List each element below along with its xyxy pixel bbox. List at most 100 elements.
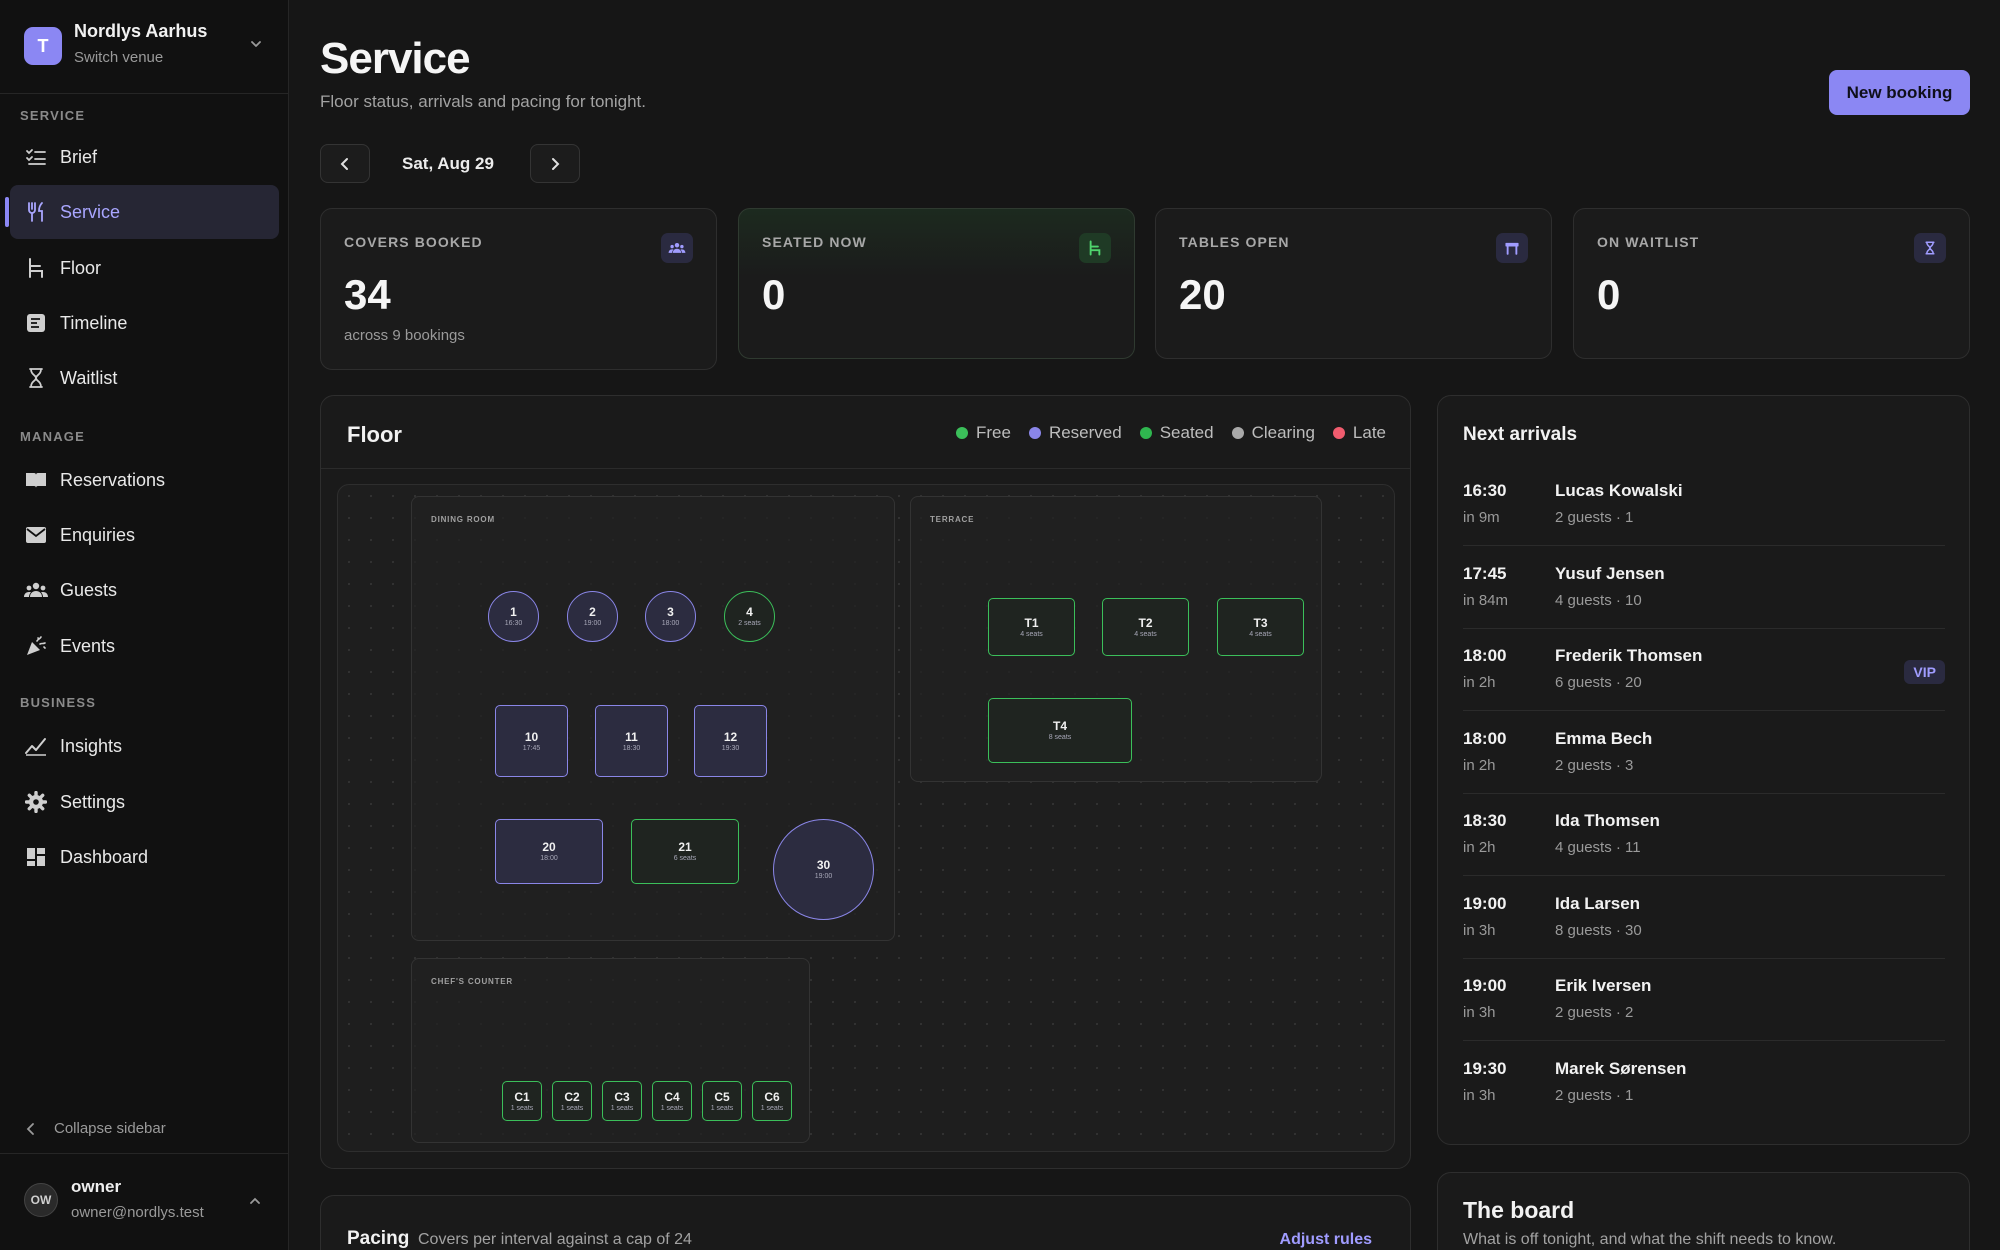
seat-c1[interactable]: C1 1 seats bbox=[502, 1081, 542, 1121]
stat-subtext: across 9 bookings bbox=[344, 327, 465, 344]
current-date: Sat, Aug 29 bbox=[402, 154, 494, 173]
table-4[interactable]: 42 seats bbox=[724, 591, 775, 642]
zone-label: CHEF'S COUNTER bbox=[431, 977, 513, 986]
zone-label: DINING ROOM bbox=[431, 515, 495, 524]
table-number: C5 bbox=[714, 1089, 730, 1104]
seat-c3[interactable]: C3 1 seats bbox=[602, 1081, 642, 1121]
next-arrivals-panel: Next arrivals 16:30 in 9m Lucas Kowalski 2 … bbox=[1437, 395, 1970, 1145]
sidebar-item-settings[interactable]: Settings bbox=[10, 775, 279, 829]
vip-badge: VIP bbox=[1904, 660, 1945, 684]
table-12[interactable]: 12 19:30 bbox=[694, 705, 767, 777]
sidebar-item-service[interactable]: Service bbox=[5, 185, 279, 239]
sidebar-item-floor[interactable]: Floor bbox=[10, 241, 279, 295]
arrival-item[interactable]: 18:30 in 2h Ida Thomsen 4 guests · 11 bbox=[1463, 793, 1945, 876]
sidebar-item-waitlist[interactable]: Waitlist bbox=[10, 351, 279, 405]
users-icon bbox=[24, 578, 48, 602]
arrival-item[interactable]: 16:30 in 9m Lucas Kowalski 2 guests · 1 bbox=[1463, 463, 1945, 546]
table-number: 20 bbox=[542, 840, 556, 854]
arrival-item[interactable]: 19:00 in 3h Ida Larsen 8 guests · 30 bbox=[1463, 876, 1945, 959]
table-2[interactable]: 2 19:00 bbox=[567, 591, 618, 642]
chair-icon bbox=[24, 256, 48, 280]
dashboard-icon bbox=[24, 845, 48, 869]
table-t3[interactable]: T3 4 seats bbox=[1217, 598, 1304, 656]
guest-name: Emma Bech bbox=[1555, 728, 1653, 748]
table-1[interactable]: 1 16:30 bbox=[488, 591, 539, 642]
arrival-time: 17:45 bbox=[1463, 563, 1507, 583]
arrival-item[interactable]: 18:00 in 2h Frederik Thomsen 6 guests · 20 V… bbox=[1463, 628, 1945, 711]
arrival-relative-time: in 2h bbox=[1463, 839, 1496, 856]
arrival-item[interactable]: 19:00 in 3h Erik Iversen 2 guests · 2 bbox=[1463, 958, 1945, 1041]
sidebar-item-label: Service bbox=[60, 201, 121, 222]
chevron-up-icon bbox=[250, 1197, 260, 1204]
page-title: Service bbox=[320, 34, 471, 83]
nav-section-service: SERVICE bbox=[20, 108, 86, 123]
stat-card-tables-open: TABLES OPEN 20 bbox=[1155, 208, 1552, 359]
sidebar-item-label: Timeline bbox=[60, 312, 128, 333]
sidebar-item-dashboard[interactable]: Dashboard bbox=[10, 830, 279, 884]
table-30[interactable]: 30 19:00 bbox=[773, 819, 874, 920]
arrival-relative-time: in 84m bbox=[1463, 591, 1509, 609]
table-11[interactable]: 11 18:30 bbox=[595, 705, 668, 777]
arrival-relative-time: in 3h bbox=[1463, 1086, 1496, 1104]
adjust-rules-link[interactable]: Adjust rules bbox=[1280, 1231, 1372, 1249]
legend-free: Free bbox=[955, 423, 1011, 443]
seat-c6[interactable]: C6 1 seats bbox=[752, 1081, 792, 1121]
seat-c2[interactable]: C2 1 seats bbox=[552, 1081, 592, 1121]
venue-switcher[interactable]: T Nordlys Aarhus Switch venue bbox=[0, 0, 289, 94]
pacing-subtitle: Covers per interval against a cap of 24 bbox=[418, 1231, 692, 1248]
legend-dot bbox=[1332, 427, 1345, 439]
sidebar: T Nordlys Aarhus Switch venue SERVICE Br… bbox=[0, 0, 289, 1250]
table-number: 3 bbox=[667, 605, 674, 619]
legend-label: Free bbox=[975, 423, 1011, 442]
user-menu[interactable]: OW owner owner@nordlys.test bbox=[0, 1153, 289, 1250]
sidebar-item-label: Floor bbox=[60, 257, 102, 278]
sidebar-item-timeline[interactable]: Timeline bbox=[10, 296, 279, 350]
arrival-relative-time: in 3h bbox=[1463, 1004, 1496, 1021]
previous-day-button[interactable] bbox=[320, 144, 370, 183]
sidebar-item-reservations[interactable]: Reservations bbox=[10, 453, 279, 507]
user-name: owner bbox=[71, 1177, 122, 1196]
sidebar-item-brief[interactable]: Brief bbox=[10, 130, 279, 184]
new-booking-button[interactable]: New booking bbox=[1829, 70, 1970, 115]
book-icon bbox=[24, 468, 48, 492]
guest-name: Ida Thomsen bbox=[1555, 811, 1660, 830]
table-number: C3 bbox=[614, 1089, 630, 1104]
arrivals-title: Next arrivals bbox=[1463, 424, 1578, 445]
pacing-panel: Pacing Covers per interval against a cap… bbox=[320, 1195, 1411, 1250]
utensils-icon bbox=[24, 200, 48, 224]
table-21[interactable]: 21 6 seats bbox=[631, 819, 739, 884]
table-t2[interactable]: T2 4 seats bbox=[1102, 598, 1189, 656]
sidebar-item-guests[interactable]: Guests bbox=[10, 563, 279, 617]
arrival-item[interactable]: 17:45 in 84m Yusuf Jensen 4 guests · 10 bbox=[1463, 546, 1945, 629]
legend-label: Late bbox=[1352, 423, 1386, 442]
arrival-item[interactable]: 19:30 in 3h Marek Sørensen 2 guests · 1 bbox=[1463, 1041, 1945, 1124]
divider bbox=[321, 468, 1410, 469]
table-3[interactable]: 3 18:00 bbox=[645, 591, 696, 642]
table-detail: 19:00 bbox=[814, 873, 833, 880]
table-detail: 1 seats bbox=[710, 1104, 734, 1112]
table-detail: 1 seats bbox=[660, 1104, 684, 1112]
seat-c4[interactable]: C4 1 seats bbox=[652, 1081, 692, 1121]
stat-card-covers-booked: COVERS BOOKED 34 across 9 bookings bbox=[320, 208, 717, 370]
table-t1[interactable]: T1 4 seats bbox=[988, 598, 1075, 656]
stat-value: 34 bbox=[344, 271, 391, 318]
arrival-time: 19:00 bbox=[1463, 976, 1507, 995]
stat-label: ON WAITLIST bbox=[1597, 234, 1700, 250]
collapse-sidebar-button[interactable]: Collapse sidebar bbox=[24, 1120, 166, 1137]
sidebar-item-enquiries[interactable]: Enquiries bbox=[10, 508, 279, 562]
sidebar-item-events[interactable]: Events bbox=[10, 619, 279, 673]
next-day-button[interactable] bbox=[530, 144, 580, 183]
arrival-time: 18:00 bbox=[1463, 728, 1507, 748]
table-20[interactable]: 20 18:00 bbox=[495, 819, 603, 884]
table-t4[interactable]: T4 8 seats bbox=[988, 698, 1132, 763]
table-number: C2 bbox=[564, 1089, 580, 1104]
nav-section-manage: MANAGE bbox=[20, 429, 85, 444]
chevron-right-icon bbox=[552, 157, 560, 170]
sidebar-item-insights[interactable]: Insights bbox=[10, 719, 279, 773]
zone-label: TERRACE bbox=[930, 515, 975, 524]
table-10[interactable]: 10 17:45 bbox=[495, 705, 568, 777]
seat-c5[interactable]: C5 1 seats bbox=[702, 1081, 742, 1121]
chair-icon bbox=[1079, 233, 1111, 263]
arrival-item[interactable]: 18:00 in 2h Emma Bech 2 guests · 3 bbox=[1463, 711, 1945, 794]
arrival-details: 2 guests · 2 bbox=[1555, 1004, 1634, 1021]
